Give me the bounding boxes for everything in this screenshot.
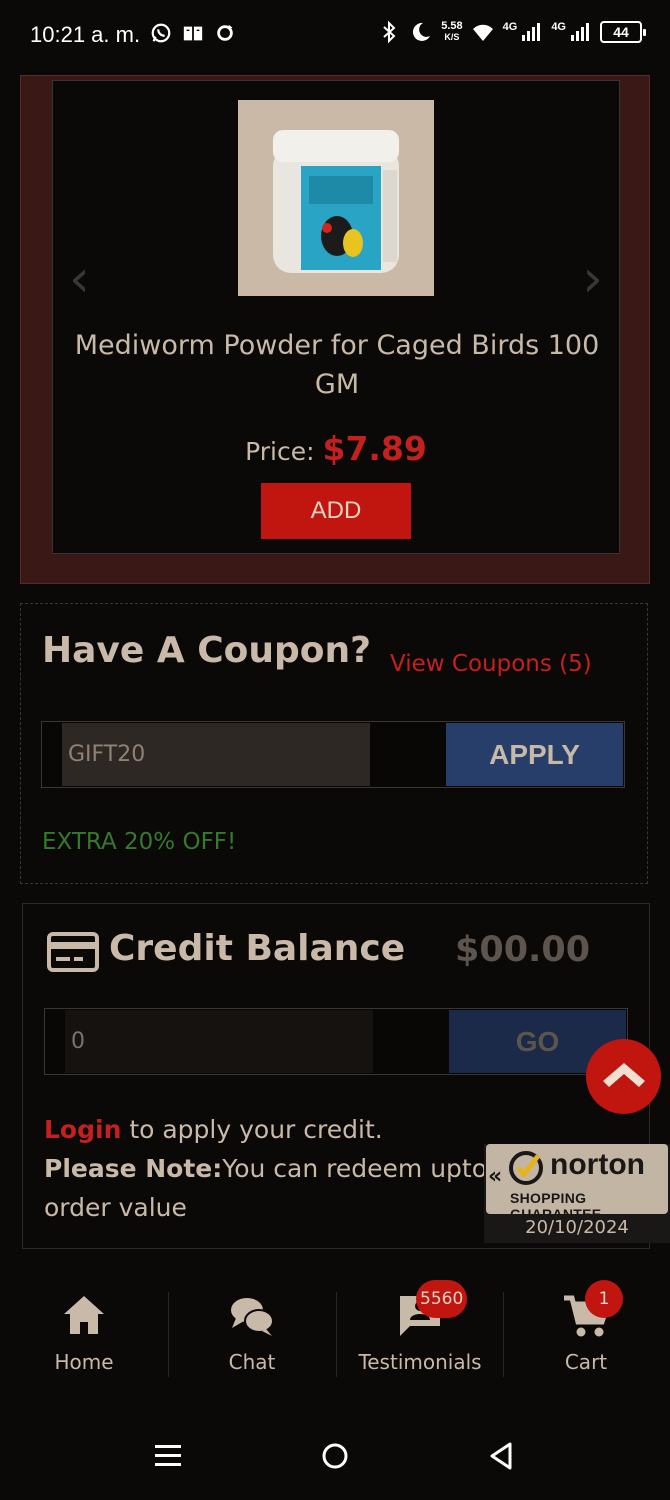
battery-icon: 44 <box>600 21 646 43</box>
book-icon <box>183 26 203 41</box>
moon-icon <box>413 22 431 41</box>
coupon-title: Have A Coupon? <box>42 630 372 671</box>
norton-date: 20/10/2024 <box>525 1217 629 1238</box>
home-icon <box>64 1296 104 1334</box>
note-label: Please Note: <box>44 1154 223 1183</box>
apply-button[interactable]: APPLY <box>446 723 623 786</box>
carousel-next-button[interactable]: › <box>582 249 603 309</box>
nav-cart-label: Cart <box>564 1350 608 1374</box>
norton-collapse-icon[interactable]: « <box>488 1164 502 1189</box>
status-bar: 10:21 a. m. 5.58 K/S 4G 4G 44 <box>0 0 670 75</box>
credit-input[interactable] <box>65 1010 373 1073</box>
nav-chat-label: Chat <box>228 1350 276 1374</box>
credit-card-icon <box>47 932 99 972</box>
product-image[interactable] <box>238 100 434 296</box>
status-time: 10:21 a. m. <box>30 22 141 47</box>
coupon-input-group: APPLY <box>41 721 625 788</box>
cart-badge: 1 <box>585 1280 623 1318</box>
chevron-up-icon <box>602 1062 645 1087</box>
net-label-1: 4G <box>502 21 518 33</box>
coupon-input[interactable] <box>62 723 370 786</box>
coupon-offer-text: EXTRA 20% OFF! <box>42 829 237 855</box>
price-label: Price: <box>245 437 315 466</box>
product-jar-image <box>273 130 399 273</box>
view-coupons-link[interactable]: View Coupons (5) <box>390 651 592 677</box>
battery-level: 44 <box>613 24 629 40</box>
testimonials-badge: 5560 <box>416 1280 468 1318</box>
recents-icon[interactable] <box>150 1438 186 1474</box>
speed-value: 5.58 <box>441 20 463 32</box>
wifi-icon <box>472 24 493 41</box>
nav-testimonials-label: Testimonials <box>358 1350 482 1374</box>
bluetooth-icon <box>383 20 396 44</box>
nav-home-label: Home <box>54 1350 114 1374</box>
scroll-top-button[interactable] <box>586 1039 661 1114</box>
home-circle-icon[interactable] <box>317 1438 353 1474</box>
note-text: You can redeem upto 20 <box>222 1154 527 1183</box>
login-link[interactable]: Login <box>44 1115 121 1144</box>
norton-badge[interactable]: « norton SHOPPING GUARANTEE 20/10/2024 <box>484 1144 670 1243</box>
signal-icon-1 <box>522 23 541 41</box>
credit-title: Credit Balance <box>109 928 406 969</box>
product-carousel: ‹ › Mediworm Powder for Caged Birds 100 … <box>20 75 650 584</box>
product-title[interactable]: Mediworm Powder for Caged Birds 100 GM <box>73 326 601 404</box>
carousel-prev-button[interactable]: ‹ <box>69 249 90 309</box>
price-row: Price: $7.89 <box>53 429 619 468</box>
credit-input-group: GO <box>44 1008 628 1075</box>
back-triangle-icon[interactable] <box>484 1438 520 1474</box>
whatsapp-icon <box>151 23 171 43</box>
price-value: $7.89 <box>322 429 427 468</box>
note-text-2: order value <box>44 1193 187 1222</box>
add-button[interactable]: ADD <box>261 483 411 539</box>
coupon-section: Have A Coupon? View Coupons (5) APPLY EX… <box>20 603 648 884</box>
bottom-nav: Home Chat Testimonials 5560 Cart 1 <box>0 1262 670 1392</box>
nav-cart[interactable]: Cart 1 <box>502 1280 670 1382</box>
product-card: ‹ › Mediworm Powder for Caged Birds 100 … <box>52 80 620 554</box>
nav-testimonials[interactable]: Testimonials 5560 <box>336 1280 504 1382</box>
chat-icon <box>231 1298 274 1336</box>
nav-chat[interactable]: Chat <box>168 1292 336 1382</box>
norton-seal: « norton SHOPPING GUARANTEE <box>486 1144 668 1222</box>
credit-amount: $00.00 <box>455 930 591 970</box>
net-label-2: 4G <box>551 21 566 33</box>
nav-home[interactable]: Home <box>0 1292 168 1382</box>
system-nav-bar <box>0 1410 670 1500</box>
speed-unit: K/S <box>444 32 460 42</box>
norton-check-icon <box>509 1151 543 1185</box>
norton-wordmark: norton <box>550 1148 645 1181</box>
sync-icon <box>217 24 233 41</box>
login-text: to apply your credit. <box>121 1115 383 1144</box>
signal-icon-2 <box>571 23 589 41</box>
